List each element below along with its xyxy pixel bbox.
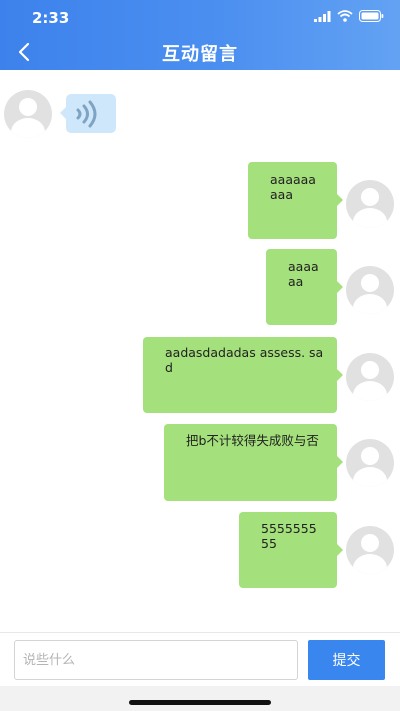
home-area (0, 686, 400, 711)
message-bubble-1[interactable]: aaaaaaaaa (248, 162, 343, 239)
avatar-outgoing-1[interactable] (346, 180, 394, 228)
submit-button[interactable]: 提交 (308, 640, 385, 680)
message-input[interactable] (14, 640, 298, 680)
battery-icon (359, 10, 384, 22)
voice-wave-icon (76, 100, 97, 128)
avatar-outgoing-5[interactable] (346, 526, 394, 574)
message-bubble-2[interactable]: aaaaaa (266, 249, 343, 325)
page-title: 互动留言 (162, 44, 238, 65)
status-icons (314, 10, 384, 22)
avatar-incoming[interactable] (4, 90, 52, 138)
message-bubble-4[interactable]: 把b不计较得失成败与否 (164, 424, 343, 501)
home-indicator[interactable] (129, 700, 271, 705)
signal-icon (314, 10, 331, 22)
avatar-outgoing-4[interactable] (346, 439, 394, 487)
status-time: 2:33 (32, 9, 70, 27)
avatar-outgoing-2[interactable] (346, 266, 394, 314)
app-header: 2:33 互动留言 (0, 0, 400, 70)
wifi-icon (337, 10, 353, 22)
message-bubble-5[interactable]: 555555555 (239, 512, 343, 588)
chat-area[interactable]: aaaaaaaaa aaaaaa aadasdadadas assess. sa… (0, 70, 400, 632)
message-bubble-3[interactable]: aadasdadadas assess. sad (143, 337, 343, 413)
avatar-outgoing-3[interactable] (346, 353, 394, 401)
input-bar: 提交 (0, 632, 400, 687)
voice-message-bubble[interactable] (60, 94, 116, 133)
